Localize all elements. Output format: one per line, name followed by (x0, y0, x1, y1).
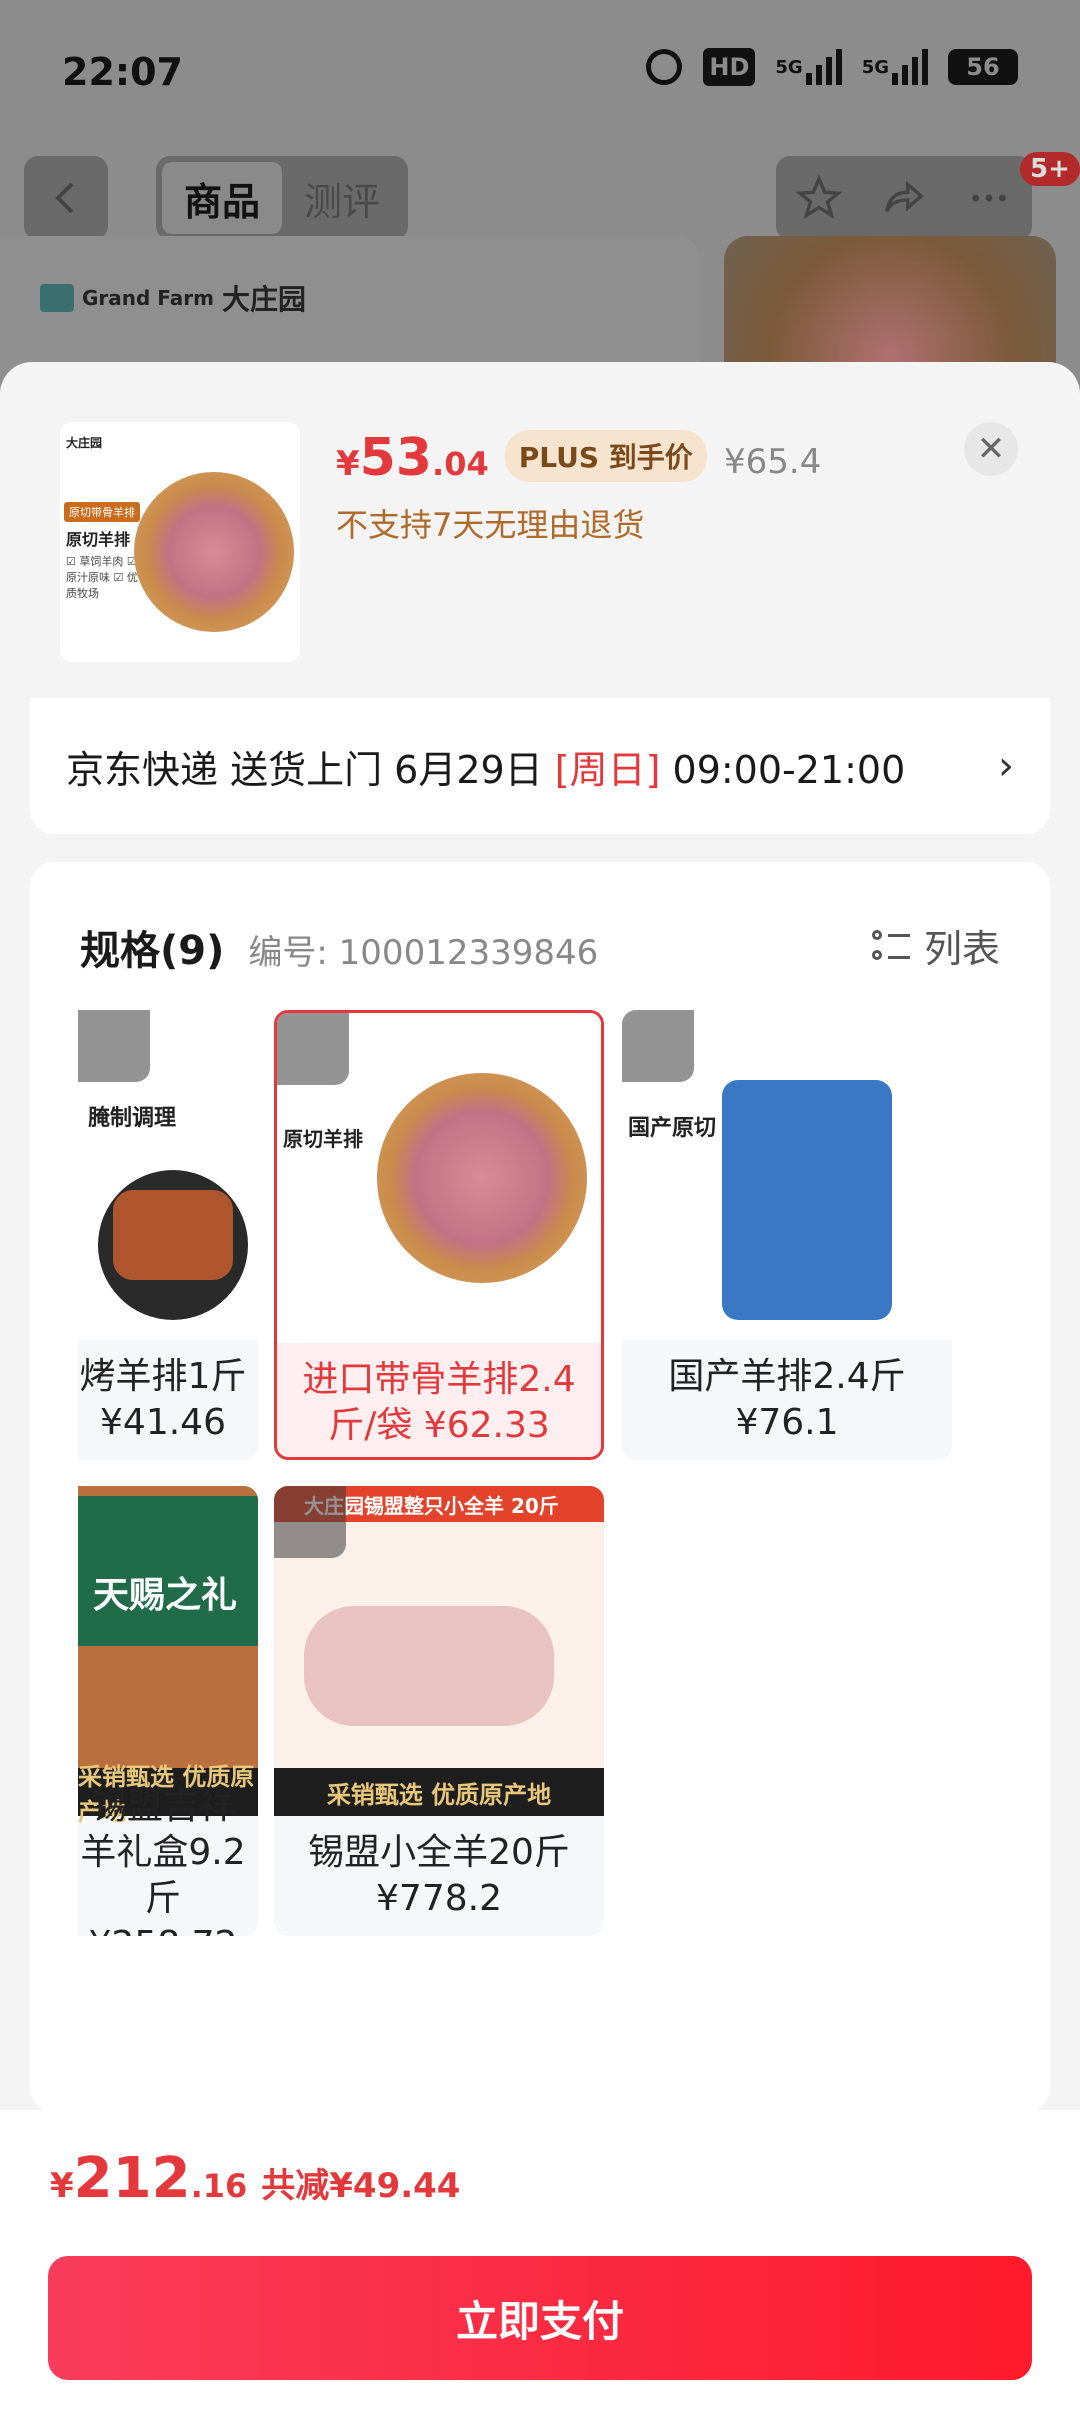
alarm-icon (645, 48, 683, 86)
savings-text: 共减¥49.44 (261, 2166, 461, 2206)
brand-logo: Grand Farm 大庄园 (40, 278, 306, 318)
spec-card: 规格(9) 编号: 100012339846 列表 腌制调理 烤羊排1斤 ¥41… (30, 862, 1050, 2112)
chevron-right-icon: › (998, 743, 1014, 789)
list-icon (871, 928, 910, 964)
status-bar: 22:07 HD 5G 5G 56 (0, 0, 1080, 140)
pay-now-button[interactable]: 立即支付 (48, 2256, 1032, 2380)
whole-lamb-image (304, 1606, 554, 1726)
signal-icon-2: 5G (862, 48, 928, 86)
spec-option[interactable]: 大庄园锡盟整只小全羊 20斤 采销甄选 优质原产地 锡盟小全羊20斤 ¥778.… (274, 1486, 604, 1936)
star-icon[interactable] (795, 175, 842, 221)
spec-grid: 腌制调理 烤羊排1斤 ¥41.46 原切羊排 进口带骨羊排2.4斤/袋 ¥62.… (78, 1010, 1002, 1980)
sheet-header: 大庄园 原切带骨羊排 原切羊排 ☑ 草饲羊肉 ☑ 原汁原味 ☑ 优质牧场 ¥ 5… (0, 362, 1080, 692)
chevron-left-icon (55, 182, 74, 214)
price: ¥ 53 .04 PLUS 到手价 (336, 428, 707, 490)
list-view-toggle[interactable]: 列表 (871, 918, 1000, 973)
status-time: 22:07 (62, 50, 183, 94)
spec-title: 规格(9) (80, 928, 225, 974)
lamb-rack-image (377, 1073, 587, 1283)
brand-mark-icon (40, 284, 74, 312)
sku-selector-sheet: 大庄园 原切带骨羊排 原切羊排 ☑ 草饲羊肉 ☑ 原汁原味 ☑ 优质牧场 ¥ 5… (0, 362, 1080, 2412)
spec-option-selected[interactable]: 原切羊排 进口带骨羊排2.4斤/袋 ¥62.33 (274, 1010, 604, 1460)
status-icons: HD 5G 5G 56 (645, 48, 1018, 86)
tab-product[interactable]: 商品 (162, 162, 282, 234)
total-price: ¥ 212 .16 共减¥49.44 (50, 2146, 461, 2211)
lamb-rack-image (134, 472, 294, 632)
more-icon[interactable] (966, 175, 1012, 221)
spec-option[interactable]: 国产原切 国产羊排2.4斤 ¥76.1 (622, 1010, 952, 1460)
delivery-info[interactable]: 京东快递 送货上门 6月29日 [周日] 09:00-21:00 › (30, 698, 1050, 834)
tab-review[interactable]: 测评 (282, 162, 402, 234)
checkout-footer: ¥ 212 .16 共减¥49.44 立即支付 (0, 2110, 1080, 2412)
close-icon: ✕ (976, 429, 1006, 469)
nav-actions (776, 156, 1032, 240)
spec-header: 规格(9) 编号: 100012339846 (80, 918, 598, 976)
product-thumbnail[interactable]: 大庄园 原切带骨羊排 原切羊排 ☑ 草饲羊肉 ☑ 原汁原味 ☑ 优质牧场 (60, 422, 300, 662)
notification-badge: 5+ (1020, 152, 1080, 186)
hd-icon: HD (703, 48, 756, 86)
spec-option[interactable]: 腌制调理 烤羊排1斤 ¥41.46 (78, 1010, 258, 1460)
packaged-lamb-image (722, 1080, 892, 1320)
back-button[interactable] (24, 156, 108, 240)
spec-code: 编号: 100012339846 (248, 933, 599, 973)
share-icon[interactable] (881, 175, 927, 221)
close-button[interactable]: ✕ (964, 422, 1018, 476)
nav-tabs: 商品 测评 (156, 156, 408, 240)
signal-icon: 5G (775, 48, 842, 86)
spec-option[interactable]: 天赐之礼 采销甄选 优质原产地 锡盟吉祥羊礼盒9.2斤 ¥258.72 (78, 1486, 258, 1936)
battery-icon: 56 (948, 49, 1018, 85)
return-policy-note: 不支持7天无理由退货 (336, 506, 645, 544)
original-price: ¥65.4 (724, 442, 822, 482)
plus-price-tag: PLUS 到手价 (504, 430, 707, 482)
